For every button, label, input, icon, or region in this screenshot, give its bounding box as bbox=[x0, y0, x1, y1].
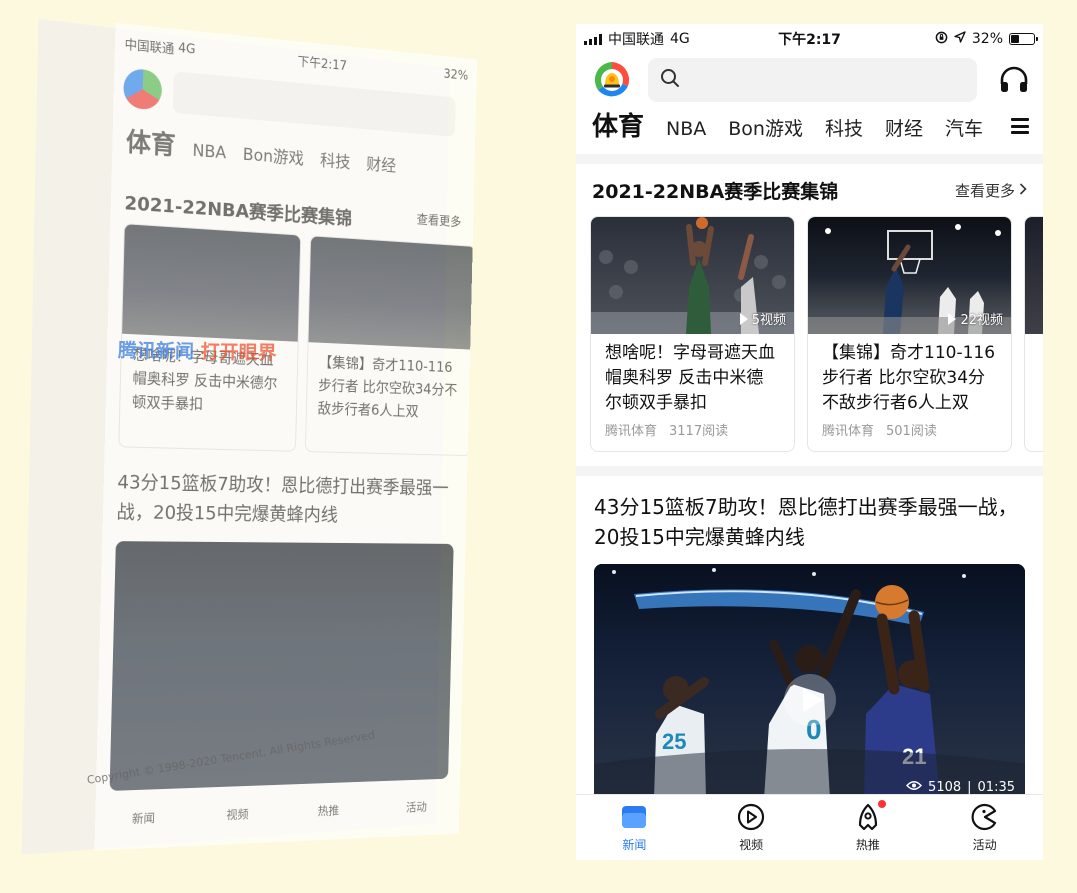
ghost-tab-label: 视频 bbox=[226, 807, 249, 822]
network-label: 4G bbox=[670, 31, 690, 47]
tabbar-news[interactable]: 新闻 bbox=[604, 802, 664, 853]
orientation-lock-icon bbox=[935, 31, 948, 48]
section-divider bbox=[576, 466, 1043, 476]
ghost-tabbar: 新闻 视频 热推 活动 bbox=[95, 784, 460, 829]
article-headline[interactable]: 43分15篮板7助攻！恩比德打出赛季最强一战，20投15中完爆黄蜂内线 bbox=[576, 476, 1043, 558]
highlight-cards-carousel[interactable]: 5视频 想啥呢！字母哥遮天血帽奥科罗 反击中米德尔顿双手暴扣 腾讯体育 3117… bbox=[576, 216, 1043, 454]
highlight-card[interactable]: 22视频 【集锦】奇才110-116步行者 比尔空砍34分不敌步行者6人上双 腾… bbox=[807, 216, 1012, 452]
ghost-tab: 财经 bbox=[366, 155, 397, 177]
notification-dot bbox=[877, 800, 886, 808]
tabbar-activity[interactable]: 活动 bbox=[955, 802, 1015, 853]
ghost-card: 【集锦】奇才110-116步行者 比尔空砍34分不敌步行者6人上双 bbox=[304, 235, 477, 457]
ghost-tab: Bon游戏 bbox=[242, 145, 305, 170]
card-title: 想啥呢！字母哥遮天血帽奥科罗 反击中米德尔顿双手暴扣 bbox=[605, 343, 775, 413]
card-thumbnail bbox=[1025, 217, 1043, 334]
card-reads: 3117阅读 bbox=[669, 424, 729, 439]
see-more-label: 查看更多 bbox=[954, 181, 1015, 200]
watermark-slogan: 打开眼界 bbox=[200, 341, 277, 365]
svg-text:25: 25 bbox=[662, 729, 686, 754]
ghost-section-title: 2021-22NBA赛季比赛集锦 bbox=[124, 192, 353, 230]
search-bar[interactable] bbox=[648, 58, 977, 102]
play-button-icon[interactable] bbox=[784, 674, 836, 726]
view-count: 5108 bbox=[928, 780, 962, 795]
ghost-tab: 科技 bbox=[319, 151, 351, 173]
signal-icon bbox=[584, 33, 602, 45]
ghost-carrier: 中国联通 bbox=[124, 37, 175, 57]
video-count-badge: 5视频 bbox=[739, 309, 786, 328]
tabbar-video[interactable]: 视频 bbox=[721, 802, 781, 853]
tabbar-label: 新闻 bbox=[622, 838, 647, 852]
card-reads: 501阅读 bbox=[886, 424, 937, 439]
card-meta: 腾讯体育 3117阅读 bbox=[591, 416, 794, 443]
carrier-label: 中国联通 bbox=[608, 32, 664, 48]
ghost-battery: 32% bbox=[443, 66, 469, 84]
bottom-tab-bar: 新闻 视频 热推 活动 bbox=[576, 794, 1043, 860]
status-bar: 中国联通 4G 下午2:17 32% bbox=[576, 24, 1043, 54]
app-header bbox=[576, 54, 1043, 106]
battery-icon bbox=[1009, 33, 1038, 45]
watermark-logo: 腾讯新闻 打开眼界 bbox=[118, 336, 277, 366]
section-title: 2021-22NBA赛季比赛集锦 bbox=[592, 180, 839, 203]
search-icon bbox=[660, 68, 680, 92]
tab-finance[interactable]: 财经 bbox=[885, 114, 923, 141]
ghost-network: 4G bbox=[178, 40, 196, 58]
ghost-headline: 43分15篮板7助攻！恩比德打出赛季最强一战，20投15中完爆黄蜂内线 bbox=[116, 471, 449, 526]
tabbar-hot[interactable]: 热推 bbox=[838, 800, 898, 853]
news-icon bbox=[619, 802, 649, 832]
tab-sports[interactable]: 体育 bbox=[592, 106, 644, 143]
card-source: 腾讯体育 bbox=[605, 424, 658, 439]
tab-nba[interactable]: NBA bbox=[666, 118, 706, 140]
channel-tabs: 体育 NBA Bon游戏 科技 财经 汽车 bbox=[576, 106, 1043, 154]
phone-screen: 中国联通 4G 下午2:17 32% 体育 NBA Bon游戏 科技 财经 汽车… bbox=[576, 24, 1043, 860]
section-divider bbox=[576, 154, 1043, 164]
card-meta: 腾讯体育 501阅读 bbox=[808, 416, 1011, 443]
video-duration: 01:35 bbox=[977, 780, 1015, 795]
highlights-section-header: 2021-22NBA赛季比赛集锦 查看更多 bbox=[576, 164, 1043, 216]
pacman-activity-icon bbox=[970, 802, 1000, 832]
ghost-tab-label: 活动 bbox=[405, 800, 427, 815]
video-play-icon bbox=[736, 802, 766, 832]
headphones-icon[interactable] bbox=[997, 63, 1031, 97]
tab-tech[interactable]: 科技 bbox=[825, 114, 863, 141]
card-thumbnail: 22视频 bbox=[808, 217, 1011, 334]
battery-percent: 32% bbox=[971, 31, 1003, 47]
watermark-text: 腾讯新闻 bbox=[117, 339, 195, 363]
video-stats: 5108 | 01:35 bbox=[906, 780, 1015, 795]
ghost-section-more: 查看更多 bbox=[416, 212, 462, 231]
ghost-card-thumb bbox=[308, 236, 476, 350]
card-source: 腾讯体育 bbox=[822, 424, 875, 439]
ghost-tab-active: 体育 bbox=[125, 127, 176, 162]
ghost-tab-label: 热推 bbox=[317, 803, 340, 819]
ghost-tab: NBA bbox=[192, 140, 227, 164]
tabbar-label: 视频 bbox=[739, 838, 764, 852]
tab-auto[interactable]: 汽车 bbox=[945, 114, 983, 141]
chevron-right-icon bbox=[1019, 181, 1027, 199]
hamburger-menu-icon[interactable] bbox=[1011, 118, 1029, 134]
video-count: 22视频 bbox=[960, 313, 1003, 328]
ghost-logo-icon bbox=[123, 67, 163, 111]
card-title: 【集锦】奇才110-116步行者 比尔空砍34分不敌步行者6人上双 bbox=[822, 343, 996, 413]
location-arrow-icon bbox=[954, 31, 966, 47]
article-video-thumbnail[interactable]: 25 0 21 5108 | 01:35 bbox=[594, 564, 1025, 799]
tab-bon-games[interactable]: Bon游戏 bbox=[728, 114, 803, 141]
eye-icon bbox=[906, 780, 923, 795]
play-icon bbox=[739, 312, 748, 325]
ghost-card-thumb bbox=[122, 224, 301, 342]
highlight-card-peek[interactable] bbox=[1024, 216, 1043, 452]
see-more-link[interactable]: 查看更多 bbox=[955, 180, 1027, 201]
video-count: 5视频 bbox=[751, 313, 786, 328]
ghost-card-title: 【集锦】奇才110-116步行者 比尔空砍34分不敌步行者6人上双 bbox=[317, 353, 458, 420]
play-icon bbox=[948, 312, 957, 325]
video-count-badge: 22视频 bbox=[948, 309, 1003, 328]
tencent-news-logo-icon[interactable] bbox=[592, 60, 632, 100]
tabbar-label: 热推 bbox=[855, 838, 880, 852]
card-thumbnail: 5视频 bbox=[591, 217, 794, 334]
tabbar-label: 活动 bbox=[972, 838, 997, 852]
highlight-card[interactable]: 5视频 想啥呢！字母哥遮天血帽奥科罗 反击中米德尔顿双手暴扣 腾讯体育 3117… bbox=[590, 216, 795, 452]
ghost-tab-label: 新闻 bbox=[131, 811, 156, 826]
ghost-preview-panel: 中国联通 4G 下午2:17 32% 体育 NBA Bon游戏 科技 财经 20… bbox=[94, 22, 478, 851]
stats-separator: | bbox=[967, 780, 972, 795]
